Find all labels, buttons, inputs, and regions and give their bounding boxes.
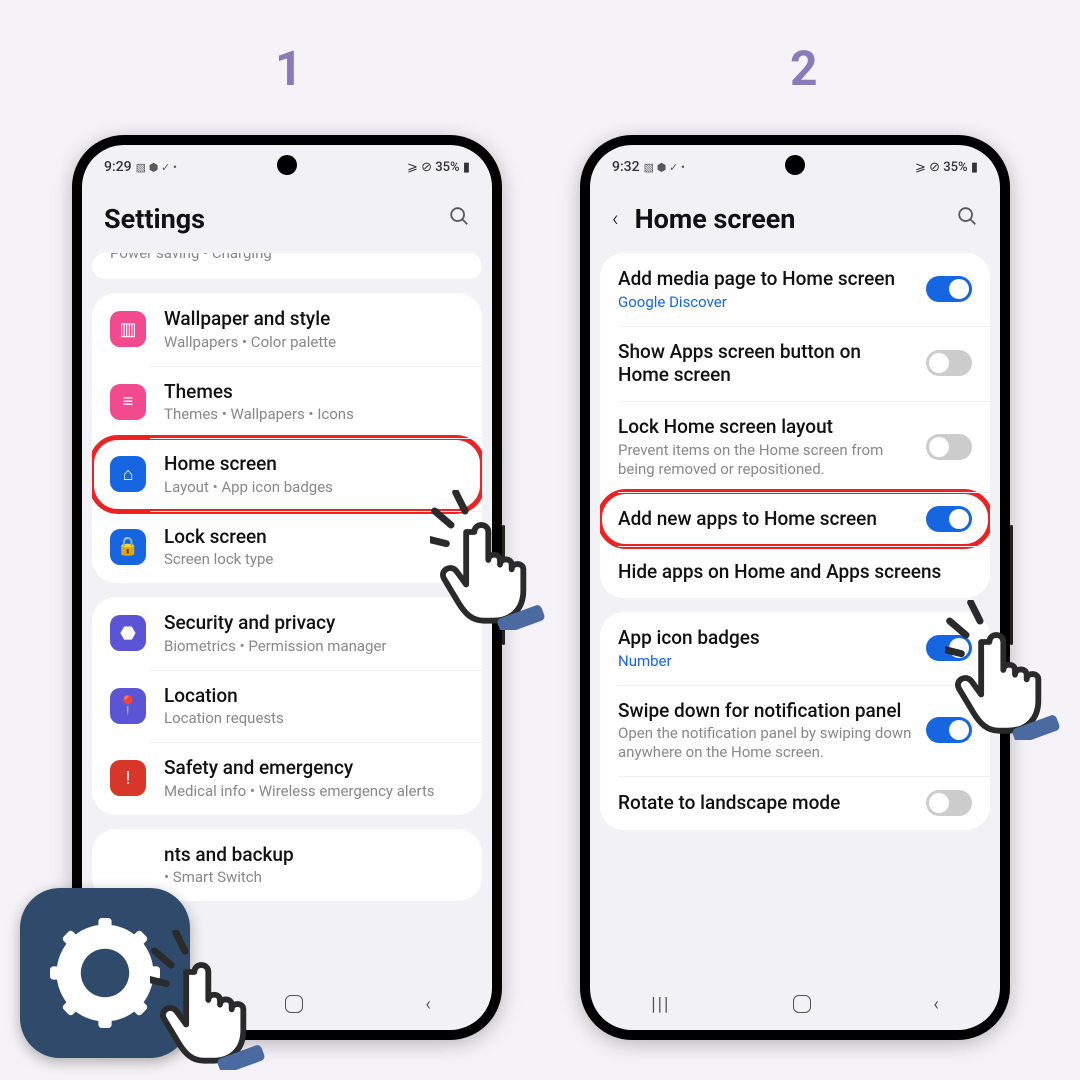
- list-item[interactable]: Add new apps to Home screen: [600, 492, 990, 546]
- row-icon: 🔒: [110, 529, 146, 565]
- row-subtitle: • Smart Switch: [164, 868, 464, 887]
- row-icon: 📍: [110, 688, 146, 724]
- row-icon: ≡: [110, 384, 146, 420]
- settings-card-prev: Power saving • Charging: [92, 253, 482, 279]
- settings-app-icon[interactable]: [20, 888, 190, 1058]
- page-title: Settings: [104, 203, 205, 235]
- row-subtitle: Open the notification panel by swiping d…: [618, 724, 916, 762]
- row-title: Swipe down for notification panel: [618, 699, 916, 723]
- list-item[interactable]: ! Safety and emergency Medical info • Wi…: [92, 742, 482, 815]
- row-title: Home screen: [164, 452, 464, 476]
- row-title: Rotate to landscape mode: [618, 791, 916, 815]
- row-subtitle: Number: [618, 652, 916, 671]
- toggle-switch[interactable]: [926, 276, 972, 302]
- step-number-1: 1: [275, 40, 303, 97]
- list-item[interactable]: App icon badges Number: [600, 612, 990, 685]
- row-subtitle: Screen lock type: [164, 550, 464, 569]
- row-icon: ⌂: [110, 456, 146, 492]
- row-subtitle: Layout • App icon badges: [164, 478, 464, 497]
- row-title: Lock Home screen layout: [618, 415, 916, 439]
- toggle-switch[interactable]: [926, 635, 972, 661]
- settings-card-security: ⬣ Security and privacy Biometrics • Perm…: [92, 597, 482, 815]
- row-title: nts and backup: [164, 843, 464, 867]
- search-icon[interactable]: [448, 205, 470, 233]
- row-subtitle: Google Discover: [618, 293, 916, 312]
- step-number-2: 2: [790, 40, 818, 97]
- list-item[interactable]: 📍 Location Location requests: [92, 670, 482, 743]
- toggle-switch[interactable]: [926, 350, 972, 376]
- nav-home-icon[interactable]: [793, 995, 811, 1013]
- page-header: ‹ Home screen: [590, 189, 1000, 253]
- camera-icon: [785, 155, 805, 175]
- home-screen-card-1: Add media page to Home screen Google Dis…: [600, 253, 990, 598]
- page-title: Home screen: [635, 203, 796, 235]
- row-title: App icon badges: [618, 626, 916, 650]
- page-header: Settings: [82, 189, 492, 253]
- row-title: Safety and emergency: [164, 756, 464, 780]
- row-subtitle: Wallpapers • Color palette: [164, 333, 464, 352]
- nav-home-icon[interactable]: [285, 995, 303, 1013]
- nav-back-icon[interactable]: ‹: [933, 994, 938, 1015]
- list-item[interactable]: Add media page to Home screen Google Dis…: [600, 253, 990, 326]
- row-icon: !: [110, 760, 146, 796]
- list-item[interactable]: Lock Home screen layout Prevent items on…: [600, 401, 990, 492]
- settings-card-display: ▥ Wallpaper and style Wallpapers • Color…: [92, 293, 482, 583]
- list-item[interactable]: Rotate to landscape mode: [600, 776, 990, 830]
- row-icon: ⬣: [110, 615, 146, 651]
- search-icon[interactable]: [956, 205, 978, 233]
- row-subtitle: Medical info • Wireless emergency alerts: [164, 782, 464, 801]
- list-item[interactable]: ▥ Wallpaper and style Wallpapers • Color…: [92, 293, 482, 366]
- nav-recent-icon[interactable]: |||: [651, 994, 670, 1015]
- list-item[interactable]: Show Apps screen button on Home screen: [600, 326, 990, 402]
- nav-bar[interactable]: ||| ‹: [590, 984, 1000, 1024]
- toggle-switch[interactable]: [926, 717, 972, 743]
- nav-back-icon[interactable]: ‹: [425, 994, 430, 1015]
- row-subtitle: Themes • Wallpapers • Icons: [164, 405, 464, 424]
- row-title: Themes: [164, 380, 464, 404]
- row-subtitle: Biometrics • Permission manager: [164, 637, 464, 656]
- list-item[interactable]: ⬣ Security and privacy Biometrics • Perm…: [92, 597, 482, 670]
- row-icon: ▥: [110, 311, 146, 347]
- camera-icon: [277, 155, 297, 175]
- list-item[interactable]: ⌂ Home screen Layout • App icon badges: [92, 438, 482, 511]
- row-title: Add media page to Home screen: [618, 267, 916, 291]
- phone-2: 9:32▧ ⬢ ✓ • ⩾ ⊘ 35% ▮ ‹ Home screen Add …: [580, 135, 1010, 1040]
- row-title: Add new apps to Home screen: [618, 507, 916, 531]
- toggle-switch[interactable]: [926, 790, 972, 816]
- row-title: Hide apps on Home and Apps screens: [618, 560, 972, 584]
- list-item[interactable]: Hide apps on Home and Apps screens: [600, 546, 990, 598]
- list-item[interactable]: 🔒 Lock screen Screen lock type: [92, 511, 482, 584]
- toggle-switch[interactable]: [926, 506, 972, 532]
- home-screen-card-2: App icon badges Number Swipe down for no…: [600, 612, 990, 830]
- row-title: Wallpaper and style: [164, 307, 464, 331]
- toggle-switch[interactable]: [926, 434, 972, 460]
- list-item[interactable]: ≡ Themes Themes • Wallpapers • Icons: [92, 366, 482, 439]
- list-item[interactable]: Swipe down for notification panel Open t…: [600, 685, 990, 776]
- row-title: Security and privacy: [164, 611, 464, 635]
- back-icon[interactable]: ‹: [612, 207, 619, 232]
- row-icon: [110, 847, 146, 883]
- row-title: Lock screen: [164, 525, 464, 549]
- row-subtitle: Location requests: [164, 709, 464, 728]
- row-title: Location: [164, 684, 464, 708]
- row-title: Show Apps screen button on Home screen: [618, 340, 916, 388]
- row-subtitle: Prevent items on the Home screen from be…: [618, 441, 916, 479]
